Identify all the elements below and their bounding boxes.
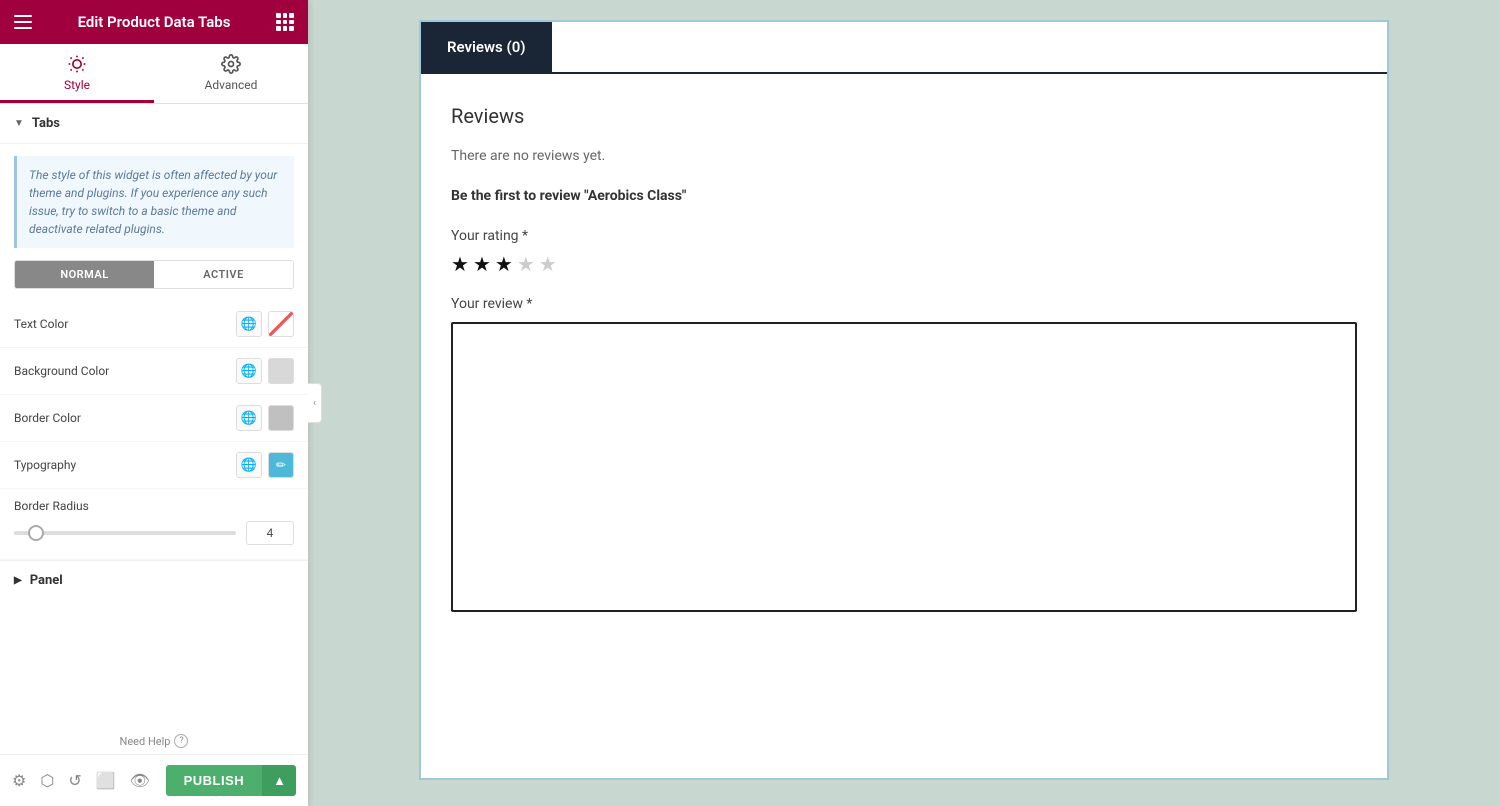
bg-color-global-btn[interactable]: 🌐 — [236, 358, 262, 384]
review-content: Reviews There are no reviews yet. Be the… — [421, 74, 1387, 646]
border-color-label: Border Color — [14, 411, 81, 425]
review-textarea[interactable] — [451, 322, 1357, 612]
background-color-swatch[interactable] — [268, 358, 294, 384]
reviews-tab[interactable]: Reviews (0) — [421, 22, 552, 72]
no-reviews-text: There are no reviews yet. — [451, 148, 1357, 164]
star-3[interactable]: ★ — [495, 252, 513, 276]
publish-dropdown-button[interactable]: ▲ — [262, 765, 296, 796]
toggle-normal[interactable]: NORMAL — [15, 261, 154, 288]
need-help[interactable]: Need Help ? — [0, 730, 308, 754]
star-4[interactable]: ★ — [517, 252, 535, 276]
star-rating[interactable]: ★ ★ ★ ★ ★ — [451, 252, 1357, 276]
toggle-active[interactable]: ACTIVE — [154, 261, 293, 288]
responsive-icon[interactable]: ⬜ — [96, 771, 116, 790]
star-1[interactable]: ★ — [451, 252, 469, 276]
typography-edit-btn[interactable]: ✏ — [268, 452, 294, 478]
border-color-controls: 🌐 — [236, 405, 294, 431]
be-first-text: Be the first to review "Aerobics Class" — [451, 188, 1357, 204]
panel-bottom: ⚙ ⬡ ↺ ⬜ 👁 PUBLISH ▲ — [0, 754, 308, 806]
info-box: The style of this widget is often affect… — [14, 156, 294, 248]
your-rating-label: Your rating * — [451, 228, 1357, 244]
right-content: Reviews (0) Reviews There are no reviews… — [308, 0, 1500, 806]
background-color-label: Background Color — [14, 364, 109, 378]
text-color-swatch[interactable] — [268, 311, 294, 337]
slider-thumb[interactable] — [28, 525, 44, 541]
layers-icon[interactable]: ⬡ — [40, 771, 54, 790]
border-color-row: Border Color 🌐 — [0, 395, 308, 442]
grid-icon[interactable] — [276, 13, 294, 31]
help-icon: ? — [174, 734, 188, 748]
text-color-row: Text Color 🌐 — [0, 301, 308, 348]
publish-group: PUBLISH ▲ — [166, 765, 296, 796]
typography-row: Typography 🌐 ✏ — [0, 442, 308, 489]
text-color-controls: 🌐 — [236, 311, 294, 337]
hamburger-icon[interactable] — [14, 15, 32, 29]
history-icon[interactable]: ↺ — [68, 771, 81, 790]
reviews-title: Reviews — [451, 104, 1357, 128]
border-color-global-btn[interactable]: 🌐 — [236, 405, 262, 431]
left-panel: Edit Product Data Tabs Style — [0, 0, 308, 806]
typography-global-btn[interactable]: 🌐 — [236, 452, 262, 478]
border-radius-input[interactable] — [246, 521, 294, 545]
tab-style[interactable]: Style — [0, 44, 154, 103]
typography-label: Typography — [14, 458, 76, 472]
page-canvas: Reviews (0) Reviews There are no reviews… — [419, 20, 1389, 780]
preview-icon[interactable]: 👁 — [130, 771, 150, 790]
border-radius-track[interactable] — [14, 531, 236, 535]
settings-icon[interactable]: ⚙ — [12, 771, 26, 790]
background-color-row: Background Color 🌐 — [0, 348, 308, 395]
border-radius-row: Border Radius — [0, 489, 308, 560]
star-5[interactable]: ★ — [539, 252, 557, 276]
collapse-arrow: ▼ — [14, 118, 24, 129]
tabs-section-header[interactable]: ▼ Tabs — [0, 104, 308, 144]
tabs-bar: Reviews (0) — [421, 22, 1387, 74]
panel-content: ▼ Tabs The style of this widget is often… — [0, 104, 308, 806]
panel-title: Edit Product Data Tabs — [78, 13, 231, 31]
panel-header: Edit Product Data Tabs — [0, 0, 308, 44]
border-color-swatch[interactable] — [268, 405, 294, 431]
border-radius-slider-row — [14, 521, 294, 545]
panel-tabs: Style Advanced — [0, 44, 308, 104]
text-color-global-btn[interactable]: 🌐 — [236, 311, 262, 337]
typography-controls: 🌐 ✏ — [236, 452, 294, 478]
normal-active-toggle: NORMAL ACTIVE — [14, 260, 294, 289]
star-2[interactable]: ★ — [473, 252, 491, 276]
background-color-controls: 🌐 — [236, 358, 294, 384]
tabs-section-label: Tabs — [32, 116, 60, 131]
text-color-label: Text Color — [14, 317, 68, 331]
publish-button[interactable]: PUBLISH — [166, 765, 263, 796]
panel-section-label: Panel — [30, 573, 63, 588]
collapse-handle[interactable]: ‹ — [308, 383, 322, 423]
your-review-label: Your review * — [451, 296, 1357, 312]
panel-section[interactable]: ▶ Panel — [0, 560, 308, 600]
border-radius-label: Border Radius — [14, 499, 294, 513]
panel-arrow: ▶ — [14, 575, 22, 586]
bottom-icons: ⚙ ⬡ ↺ ⬜ 👁 — [12, 771, 150, 790]
tab-advanced[interactable]: Advanced — [154, 44, 308, 103]
